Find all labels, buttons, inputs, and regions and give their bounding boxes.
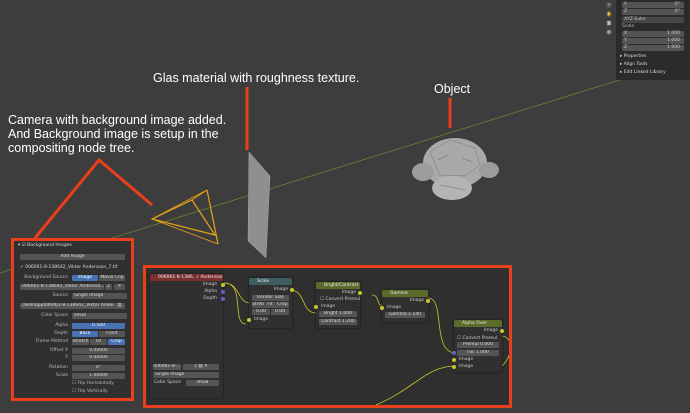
edit-linked-library-section[interactable]: ▸ Edit Linked Library xyxy=(620,70,686,75)
zoom-icon[interactable]: + xyxy=(606,2,612,8)
glas-annotation: Glas material with roughness texture. xyxy=(153,71,360,85)
properties-section[interactable]: ▸ Properties xyxy=(620,54,686,59)
scale-x-field[interactable]: X 1.000 xyxy=(622,31,684,37)
glass-plane[interactable] xyxy=(247,151,271,259)
scale-z-field[interactable]: Z 1.000 xyxy=(622,45,684,51)
bg-panel-highlight xyxy=(11,238,134,401)
sidebar-n-panel: Y 0° Z 0° XYZ Euler Scale X 1.000 Y 1.00… xyxy=(616,0,690,80)
scale-y-field[interactable]: Y 1.000 xyxy=(622,38,684,44)
hand-icon[interactable]: ✋ xyxy=(606,11,612,17)
rotation-y-field[interactable]: Y 0° xyxy=(622,2,684,8)
rotation-mode-select[interactable]: XYZ Euler xyxy=(622,17,684,23)
align-tools-section[interactable]: ▸ Align Tools xyxy=(620,62,686,67)
scale-label: Scale xyxy=(622,24,635,29)
rotation-z-field[interactable]: Z 0° xyxy=(622,9,684,15)
camera-view-icon[interactable]: ◙ xyxy=(606,20,612,26)
grid-view-icon[interactable]: ▦ xyxy=(606,29,612,35)
camera-object[interactable] xyxy=(150,189,219,245)
camera-annotation: Camera with background image added. And … xyxy=(8,113,227,155)
object-annotation: Object xyxy=(434,82,471,96)
monkey-object[interactable] xyxy=(412,138,499,200)
viewport-nav: + ✋ ◙ ▦ xyxy=(606,2,614,38)
camera-pointer xyxy=(33,157,153,239)
compositor-highlight xyxy=(143,265,512,408)
